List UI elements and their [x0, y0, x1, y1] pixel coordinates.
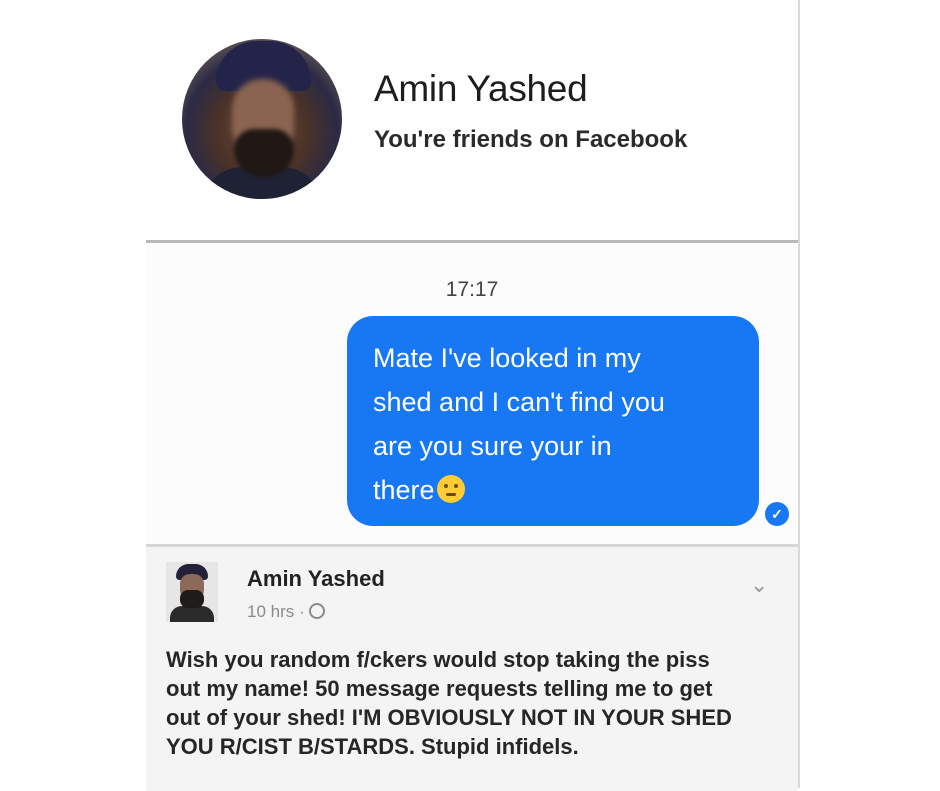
- facebook-post: Amin Yashed 10 hrs · ⌄ Wish you random f…: [146, 544, 798, 791]
- conversation-header: Amin Yashed You're friends on Facebook: [146, 0, 798, 240]
- message-line: shed and I can't find you: [373, 387, 665, 417]
- message-line: Mate I've looked in my: [373, 343, 641, 373]
- post-body-line: Wish you random f/ckers would stop takin…: [166, 647, 710, 672]
- post-body-line: out my name! 50 message requests telling…: [166, 676, 713, 701]
- post-body-line: out of your shed! I'M OBVIOUSLY NOT IN Y…: [166, 705, 732, 730]
- contact-avatar[interactable]: [182, 39, 342, 199]
- thinking-face-emoji-icon: [436, 475, 465, 503]
- header-divider: [146, 240, 798, 243]
- sent-message-bubble[interactable]: Mate I've looked in my shed and I can't …: [347, 316, 759, 526]
- messenger-screen: Amin Yashed You're friends on Facebook 1…: [146, 0, 800, 791]
- post-body-line: YOU R/CIST B/STARDS. Stupid infidels.: [166, 734, 579, 759]
- message-line: are you sure your in: [373, 431, 612, 461]
- message-line-text: there: [373, 475, 435, 505]
- contact-name[interactable]: Amin Yashed: [374, 68, 588, 110]
- checkmark-circle-icon: ✓: [765, 502, 789, 526]
- post-body: Wish you random f/ckers would stop takin…: [166, 645, 786, 761]
- message-line-last: there: [373, 468, 737, 512]
- message-timestamp: 17:17: [445, 278, 499, 301]
- globe-icon: [308, 603, 325, 619]
- post-avatar-body: [170, 606, 214, 622]
- friend-status: You're friends on Facebook: [374, 126, 688, 153]
- chevron-down-icon[interactable]: ⌄: [750, 572, 768, 598]
- post-author-avatar[interactable]: [166, 562, 218, 622]
- post-avatar-beard: [180, 590, 204, 608]
- post-author-name[interactable]: Amin Yashed: [247, 566, 385, 592]
- post-time[interactable]: 10 hrs ·: [247, 602, 305, 621]
- post-meta: 10 hrs ·: [247, 602, 325, 622]
